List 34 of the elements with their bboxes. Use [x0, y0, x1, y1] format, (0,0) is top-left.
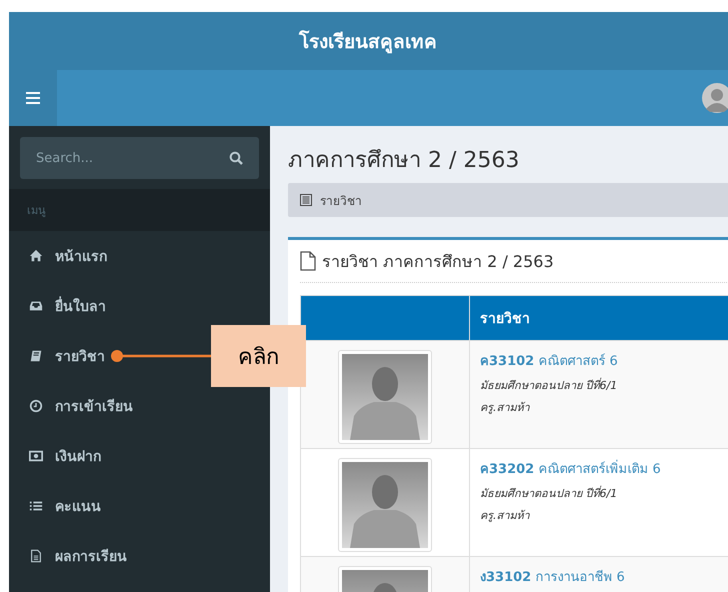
inbox-icon: [29, 299, 43, 313]
book-icon: [29, 349, 43, 363]
sidebar-item[interactable]: การเข้าเรียน: [29, 395, 133, 417]
sidebar-item[interactable]: รายวิชา: [29, 345, 105, 367]
teacher-name: ครู.สามห้า: [480, 508, 531, 524]
sidebar-item[interactable]: ผลการเรียน: [29, 545, 127, 567]
sidebar-item[interactable]: เงินฝาก: [29, 445, 101, 467]
box-title: รายวิชา ภาคการศึกษา 2 / 2563: [322, 250, 554, 272]
sidebar-item[interactable]: หน้าแรก: [29, 245, 107, 267]
breadcrumb-item[interactable]: รายวิชา: [320, 190, 362, 210]
document-icon: [300, 251, 316, 271]
callout-label: คลิก: [211, 325, 306, 387]
course-link[interactable]: ค33202 คณิตศาสตร์เพิ่มเติม 6: [480, 458, 728, 479]
list-icon: [300, 194, 312, 206]
home-icon: [29, 249, 43, 263]
search-icon: [229, 151, 243, 165]
clock-icon: [29, 399, 43, 413]
banknote-icon: [29, 449, 43, 463]
page-title: ภาคการศึกษา 2 / 2563: [288, 147, 520, 175]
list-icon: [29, 499, 43, 513]
teacher-name: ครู.สามห้า: [480, 400, 531, 416]
search-input[interactable]: Search...: [36, 150, 229, 166]
menu-icon: [26, 92, 40, 104]
sidebar-item[interactable]: คะแนน: [29, 495, 101, 517]
sidebar-item[interactable]: ยื่นใบลา: [29, 295, 106, 317]
site-title: โรงเรียนสคูลเทค: [299, 29, 437, 56]
search-field[interactable]: Search...: [20, 137, 259, 179]
avatar-icon: [702, 83, 728, 113]
menu-label: เมนู: [27, 203, 46, 219]
column-header: รายวิชา: [470, 296, 728, 340]
class-level: มัธยมศึกษาตอนปลาย ปีที่6/1: [480, 484, 618, 502]
class-level: มัธยมศึกษาตอนปลาย ปีที่6/1: [480, 376, 618, 394]
document-icon: [29, 549, 43, 563]
menu-button[interactable]: [9, 70, 57, 126]
